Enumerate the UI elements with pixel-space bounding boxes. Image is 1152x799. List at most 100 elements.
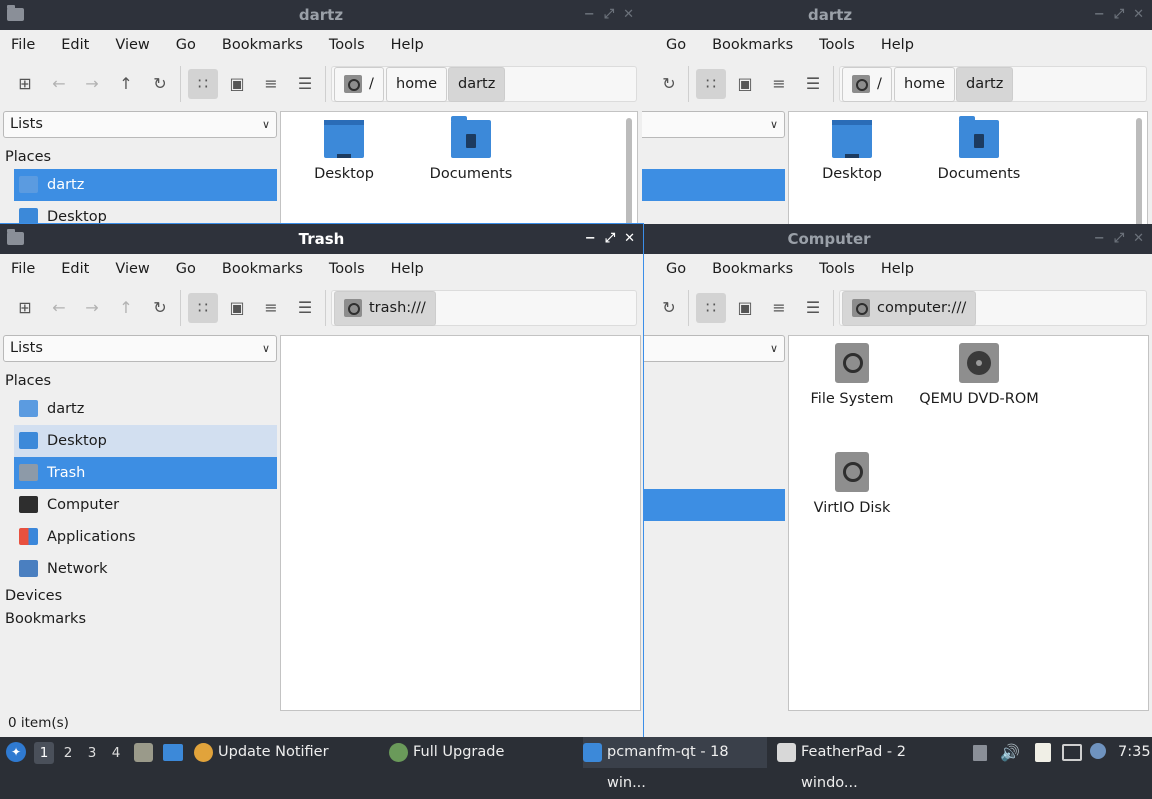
- close-button[interactable]: ✕: [624, 224, 635, 254]
- breadcrumb-home[interactable]: home: [386, 67, 448, 102]
- menu-bookmarks[interactable]: Bookmarks: [222, 37, 303, 53]
- sidebar-item-dartz[interactable]: dartz: [14, 169, 277, 201]
- menu-help[interactable]: Help: [881, 37, 914, 53]
- sidebar-item-desktop[interactable]: Desktop: [14, 201, 277, 224]
- sidebar-item-desktop[interactable]: Desktop: [14, 425, 277, 457]
- icon-view-icon[interactable]: ∷: [188, 293, 218, 323]
- menu-go[interactable]: Go: [176, 261, 196, 277]
- file-item-desktop[interactable]: Desktop: [284, 120, 404, 182]
- close-button[interactable]: ✕: [1133, 0, 1144, 30]
- side-pane-mode-select[interactable]: ∨: [642, 111, 785, 138]
- file-item-file-system[interactable]: File System: [792, 343, 912, 407]
- compact-view-icon[interactable]: ≡: [764, 293, 794, 323]
- menu-go[interactable]: Go: [666, 261, 686, 277]
- titlebar[interactable]: dartz − ⤢ ✕: [0, 0, 642, 30]
- maximize-button[interactable]: ⤢: [605, 224, 615, 254]
- menu-tools[interactable]: Tools: [329, 37, 365, 53]
- task-update-notifier[interactable]: Update Notifier: [194, 737, 374, 768]
- icon-view-icon[interactable]: ∷: [696, 69, 726, 99]
- menu-bookmarks[interactable]: Bookmarks: [222, 261, 303, 277]
- minimize-button[interactable]: −: [1094, 0, 1105, 30]
- clock[interactable]: 7:35: [1118, 737, 1151, 768]
- desktop-switch-2[interactable]: 2: [58, 742, 78, 764]
- file-item-virtio-disk[interactable]: VirtIO Disk: [792, 452, 912, 516]
- maximize-button[interactable]: ⤢: [604, 0, 614, 30]
- menu-view[interactable]: View: [115, 37, 149, 53]
- breadcrumb-root[interactable]: /: [842, 67, 892, 102]
- folder-view[interactable]: File System QEMU DVD-ROM VirtIO Disk: [788, 335, 1149, 711]
- bookmarks-header[interactable]: Bookmarks: [5, 611, 86, 627]
- vertical-scrollbar[interactable]: [1136, 118, 1142, 224]
- file-item-qemu-dvd-rom[interactable]: QEMU DVD-ROM: [919, 343, 1039, 407]
- forward-arrow-icon[interactable]: →: [77, 69, 107, 99]
- detailed-view-icon[interactable]: ☰: [290, 293, 320, 323]
- breadcrumb-computer[interactable]: computer:///: [842, 291, 977, 326]
- icon-view-icon[interactable]: ∷: [696, 293, 726, 323]
- compact-view-icon[interactable]: ≡: [256, 293, 286, 323]
- reload-icon[interactable]: ↻: [145, 69, 175, 99]
- sidebar-item-dartz[interactable]: dartz: [14, 393, 277, 425]
- up-arrow-icon[interactable]: ↑: [111, 69, 141, 99]
- devices-header[interactable]: Devices: [5, 588, 62, 604]
- compact-view-icon[interactable]: ≡: [256, 69, 286, 99]
- detailed-view-icon[interactable]: ☰: [798, 69, 828, 99]
- sidebar-item-applications[interactable]: Applications: [14, 521, 277, 553]
- thumbnail-view-icon[interactable]: ▣: [730, 69, 760, 99]
- sidebar-item-computer[interactable]: Computer: [14, 489, 277, 521]
- eject-icon[interactable]: [973, 745, 987, 761]
- close-button[interactable]: ✕: [623, 0, 634, 30]
- close-button[interactable]: ✕: [1133, 224, 1144, 254]
- reload-icon[interactable]: ↻: [654, 293, 684, 323]
- clipboard-icon[interactable]: [1035, 743, 1051, 762]
- file-item-desktop[interactable]: Desktop: [792, 120, 912, 182]
- vertical-scrollbar[interactable]: [626, 118, 632, 224]
- sidebar-item-network[interactable]: Network: [14, 553, 277, 585]
- file-manager-window-trash[interactable]: Trash − ⤢ ✕ File Edit View Go Bookmarks …: [0, 223, 644, 738]
- menu-file[interactable]: File: [11, 261, 35, 277]
- back-arrow-icon[interactable]: ←: [44, 69, 74, 99]
- titlebar[interactable]: Trash − ⤢ ✕: [0, 224, 643, 254]
- titlebar[interactable]: Computer − ⤢ ✕: [642, 224, 1152, 254]
- volume-icon[interactable]: 🔊: [1000, 737, 1020, 768]
- breadcrumb-trash[interactable]: trash:///: [334, 291, 436, 326]
- up-arrow-icon[interactable]: ↑: [111, 293, 141, 323]
- menu-tools[interactable]: Tools: [329, 261, 365, 277]
- menu-go[interactable]: Go: [666, 37, 686, 53]
- network-status-icon[interactable]: [1062, 744, 1082, 761]
- task-full-upgrade[interactable]: Full Upgrade: [389, 737, 569, 768]
- folder-view[interactable]: [280, 335, 641, 711]
- minimize-button[interactable]: −: [584, 0, 595, 30]
- sidebar-item-computer[interactable]: [642, 489, 785, 521]
- maximize-button[interactable]: ⤢: [1114, 224, 1124, 254]
- minimize-button[interactable]: −: [585, 224, 596, 254]
- breadcrumb-root[interactable]: /: [334, 67, 384, 102]
- side-pane-mode-select[interactable]: Lists ∨: [3, 335, 277, 362]
- notification-icon[interactable]: [1090, 743, 1106, 759]
- task-featherpad[interactable]: FeatherPad - 2 windo...: [777, 737, 965, 791]
- back-arrow-icon[interactable]: ←: [44, 293, 74, 323]
- menu-help[interactable]: Help: [391, 37, 424, 53]
- desktop-switch-3[interactable]: 3: [82, 742, 102, 764]
- menu-help[interactable]: Help: [881, 261, 914, 277]
- folder-view[interactable]: Desktop Documents: [280, 111, 638, 224]
- side-pane-mode-select[interactable]: ∨: [642, 335, 785, 362]
- task-pcmanfm-qt[interactable]: pcmanfm-qt - 18 win...: [583, 737, 767, 791]
- forward-arrow-icon[interactable]: →: [77, 293, 107, 323]
- sidebar-item-trash[interactable]: Trash: [14, 457, 277, 489]
- menu-bookmarks[interactable]: Bookmarks: [712, 37, 793, 53]
- new-tab-icon[interactable]: ⊞: [10, 293, 40, 323]
- file-manager-window-computer[interactable]: Computer − ⤢ ✕ Go Bookmarks Tools Help ↻…: [642, 224, 1152, 737]
- reload-icon[interactable]: ↻: [654, 69, 684, 99]
- desktop-switch-1[interactable]: 1: [34, 742, 54, 764]
- minimize-button[interactable]: −: [1094, 224, 1105, 254]
- thumbnail-view-icon[interactable]: ▣: [222, 293, 252, 323]
- reload-icon[interactable]: ↻: [145, 293, 175, 323]
- file-manager-window-dartz-right[interactable]: dartz − ⤢ ✕ Go Bookmarks Tools Help ↻ ∷ …: [642, 0, 1152, 224]
- menu-tools[interactable]: Tools: [819, 37, 855, 53]
- breadcrumb-dartz[interactable]: dartz: [448, 67, 506, 102]
- maximize-button[interactable]: ⤢: [1114, 0, 1124, 30]
- titlebar[interactable]: dartz − ⤢ ✕: [642, 0, 1152, 30]
- compact-view-icon[interactable]: ≡: [764, 69, 794, 99]
- menu-view[interactable]: View: [115, 261, 149, 277]
- breadcrumb-home[interactable]: home: [894, 67, 956, 102]
